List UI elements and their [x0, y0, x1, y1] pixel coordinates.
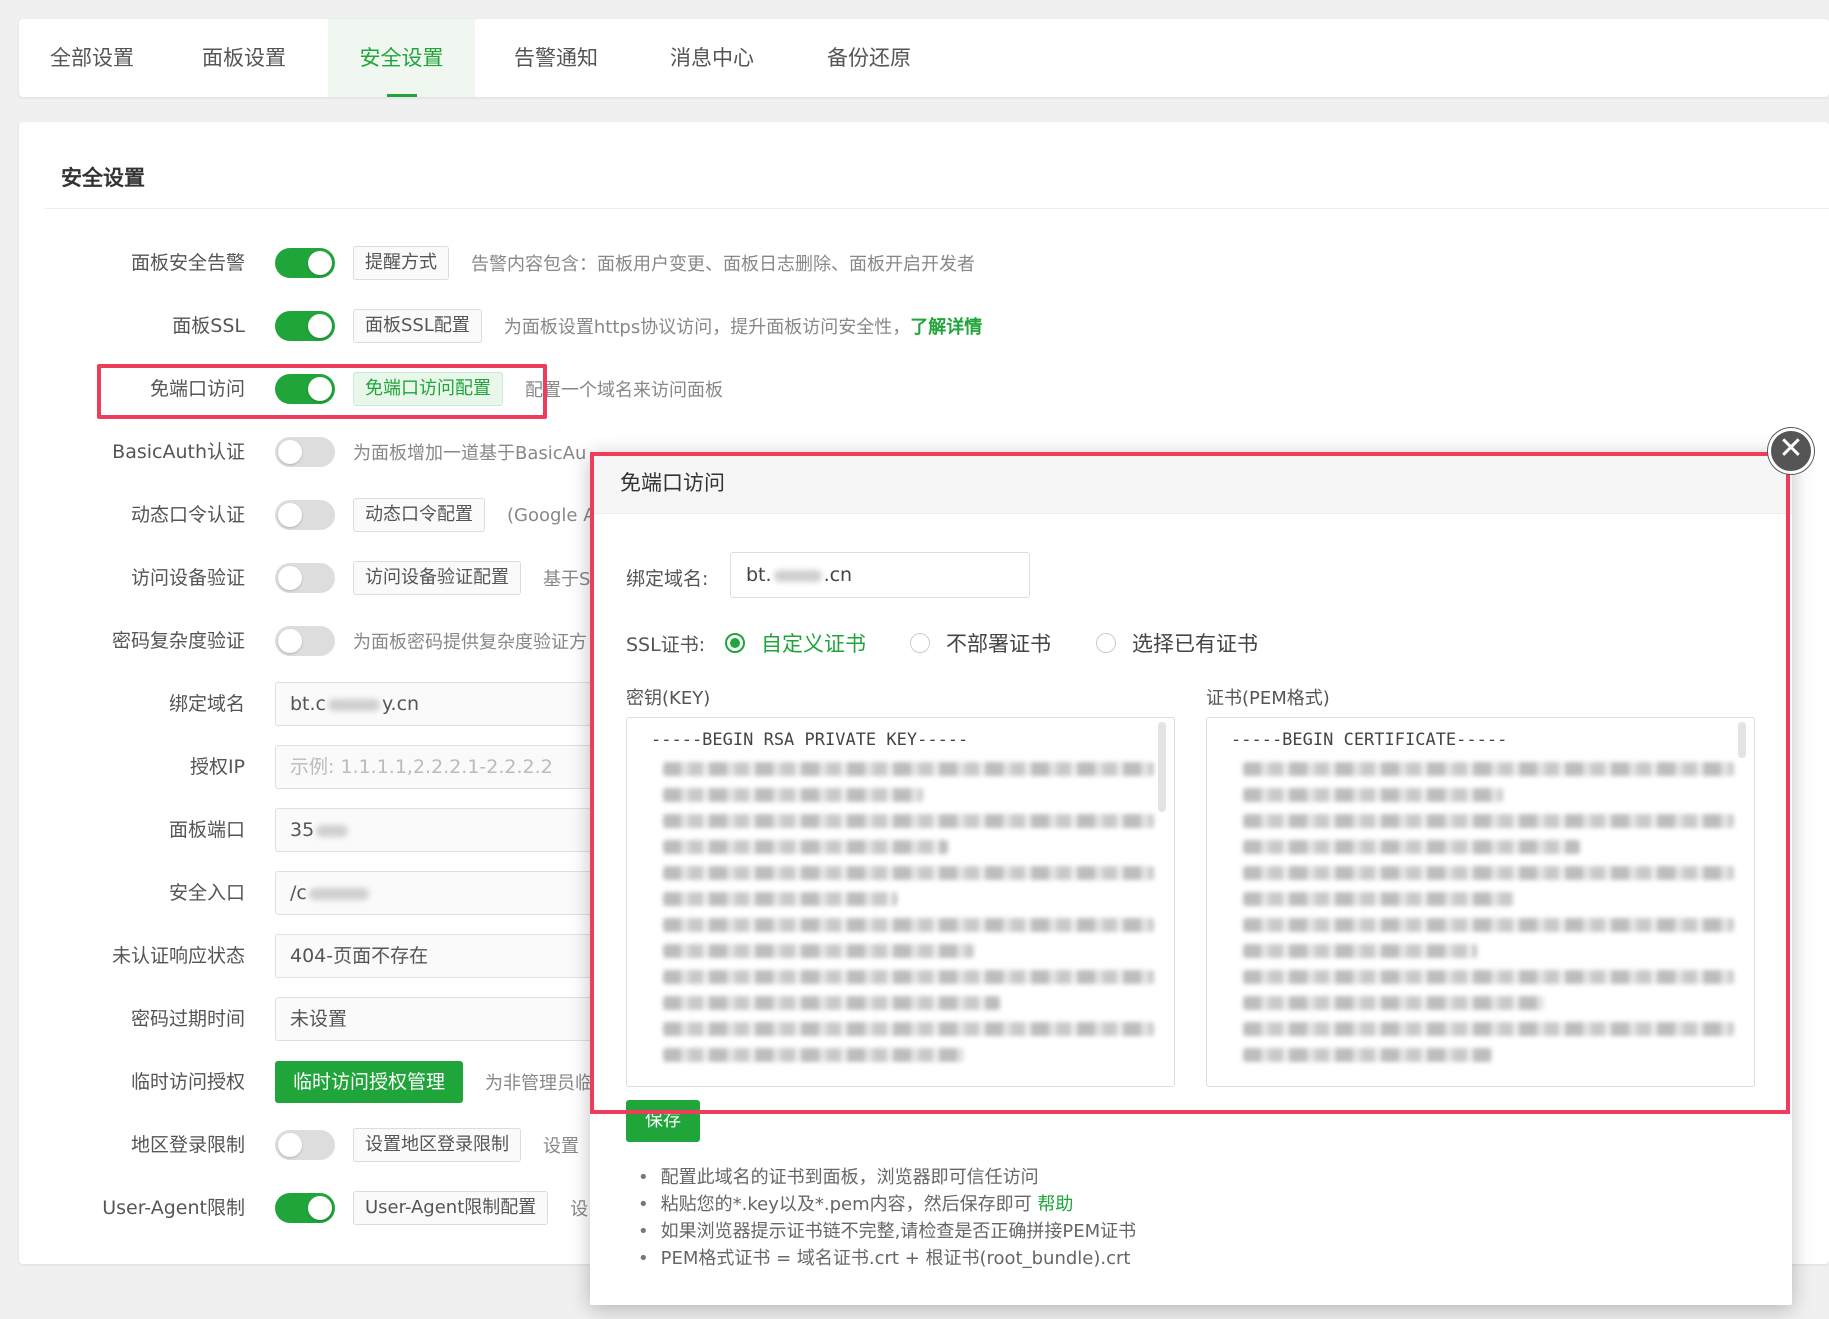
- radio-existing-cert[interactable]: 选择已有证书: [1096, 628, 1258, 658]
- tip-item: PEM格式证书 = 域名证书.crt + 根证书(root_bundle).cr…: [638, 1245, 1136, 1272]
- row-label: 临时访问授权: [130, 1071, 245, 1093]
- row-label: 动态口令认证: [130, 504, 245, 526]
- row-desc: (Google A: [507, 504, 596, 526]
- basic-auth-toggle[interactable]: [275, 437, 335, 467]
- radio-custom-cert[interactable]: 自定义证书: [725, 628, 866, 658]
- row-desc: 设置: [543, 1136, 579, 1157]
- learn-more-link[interactable]: 了解详情: [910, 313, 982, 339]
- highlight-box: [97, 364, 547, 419]
- row-desc: 为面板密码提供复杂度验证方: [353, 632, 587, 653]
- row-label: 安全入口: [168, 882, 245, 904]
- alert-toggle[interactable]: [275, 248, 335, 278]
- row-desc: 为面板增加一道基于BasicAu: [353, 443, 587, 464]
- row-desc: 配置一个域名来访问面板: [525, 380, 723, 401]
- device-verify-toggle[interactable]: [275, 563, 335, 593]
- row-label: 密码过期时间: [130, 1008, 245, 1030]
- row-label: BasicAuth认证: [112, 441, 245, 463]
- row-label: 授权IP: [189, 756, 245, 778]
- row-desc: 为面板设置https协议访问，提升面板访问安全性，: [503, 317, 911, 338]
- panel-title: 安全设置: [61, 166, 145, 190]
- dynamic-token-config-button[interactable]: 动态口令配置: [353, 498, 485, 532]
- ssl-config-button[interactable]: 面板SSL配置: [353, 309, 482, 343]
- row-desc: 为非管理员临: [485, 1073, 594, 1094]
- tab-security-settings[interactable]: 安全设置: [328, 19, 475, 97]
- row-label: 访问设备验证: [130, 567, 245, 589]
- row-desc: 设: [570, 1199, 589, 1220]
- no-port-access-dialog: 免端口访问 绑定域名: bt. .cn SSL证书: 自定义证书 不部署证书 选择…: [590, 452, 1792, 1305]
- region-limit-config-button[interactable]: 设置地区登录限制: [353, 1128, 521, 1162]
- tips-list: 配置此域名的证书到面板，浏览器即可信任访问 粘贴您的*.key以及*.pem内容…: [638, 1164, 1136, 1272]
- tab-panel-settings[interactable]: 面板设置: [179, 19, 309, 97]
- scrollbar[interactable]: [1738, 722, 1746, 758]
- help-link[interactable]: 帮助: [1037, 1194, 1073, 1215]
- row-label: 绑定域名: [168, 693, 245, 715]
- cert-first-line: -----BEGIN CERTIFICATE-----: [1231, 730, 1508, 750]
- user-agent-toggle[interactable]: [275, 1193, 335, 1223]
- row-label: 密码复杂度验证: [111, 630, 245, 652]
- row-label: User-Agent限制: [102, 1197, 245, 1219]
- tip-item: 配置此域名的证书到面板，浏览器即可信任访问: [638, 1164, 1136, 1191]
- key-textarea[interactable]: -----BEGIN RSA PRIVATE KEY-----: [626, 717, 1175, 1087]
- cert-label: 证书(PEM格式): [1206, 688, 1330, 709]
- region-limit-toggle[interactable]: [275, 1130, 335, 1160]
- divider: [45, 208, 1829, 209]
- row-label: 面板SSL: [172, 315, 245, 337]
- password-complexity-toggle[interactable]: [275, 626, 335, 656]
- tab-all-settings[interactable]: 全部设置: [27, 19, 157, 97]
- key-first-line: -----BEGIN RSA PRIVATE KEY-----: [651, 730, 969, 750]
- row-desc: 基于S: [543, 569, 591, 590]
- dialog-title: 免端口访问: [590, 452, 1792, 514]
- tab-message-center[interactable]: 消息中心: [647, 19, 777, 97]
- row-label: 面板端口: [168, 819, 245, 841]
- save-button[interactable]: 保存: [626, 1100, 700, 1142]
- ssl-toggle[interactable]: [275, 311, 335, 341]
- cert-textarea[interactable]: -----BEGIN CERTIFICATE-----: [1206, 717, 1755, 1087]
- domain-input[interactable]: bt. .cn: [730, 552, 1030, 598]
- settings-tab-bar: 全部设置 面板设置 安全设置 告警通知 消息中心 备份还原: [19, 19, 1829, 97]
- row-desc: 告警内容包含：面板用户变更、面板日志删除、面板开启开发者: [471, 254, 975, 275]
- row-label: 地区登录限制: [130, 1134, 245, 1156]
- tip-item: 粘贴您的*.key以及*.pem内容，然后保存即可 帮助: [638, 1191, 1136, 1218]
- remind-method-button[interactable]: 提醒方式: [353, 246, 449, 280]
- close-icon[interactable]: ✕: [1768, 428, 1814, 474]
- key-label: 密钥(KEY): [626, 688, 711, 709]
- tip-item: 如果浏览器提示证书链不完整,请检查是否正确拼接PEM证书: [638, 1218, 1136, 1245]
- row-label: 面板安全告警: [130, 252, 245, 274]
- domain-label: 绑定域名:: [626, 568, 709, 590]
- radio-no-cert[interactable]: 不部署证书: [910, 628, 1051, 658]
- row-label: 未认证响应状态: [111, 945, 245, 967]
- scrollbar[interactable]: [1158, 722, 1166, 812]
- device-verify-config-button[interactable]: 访问设备验证配置: [353, 561, 521, 595]
- temp-access-manage-button[interactable]: 临时访问授权管理: [275, 1061, 464, 1103]
- dynamic-token-toggle[interactable]: [275, 500, 335, 530]
- ssl-label: SSL证书:: [626, 634, 706, 656]
- user-agent-config-button[interactable]: User-Agent限制配置: [353, 1191, 549, 1225]
- tab-backup-restore[interactable]: 备份还原: [804, 19, 934, 97]
- tab-alert-notify[interactable]: 告警通知: [491, 19, 621, 97]
